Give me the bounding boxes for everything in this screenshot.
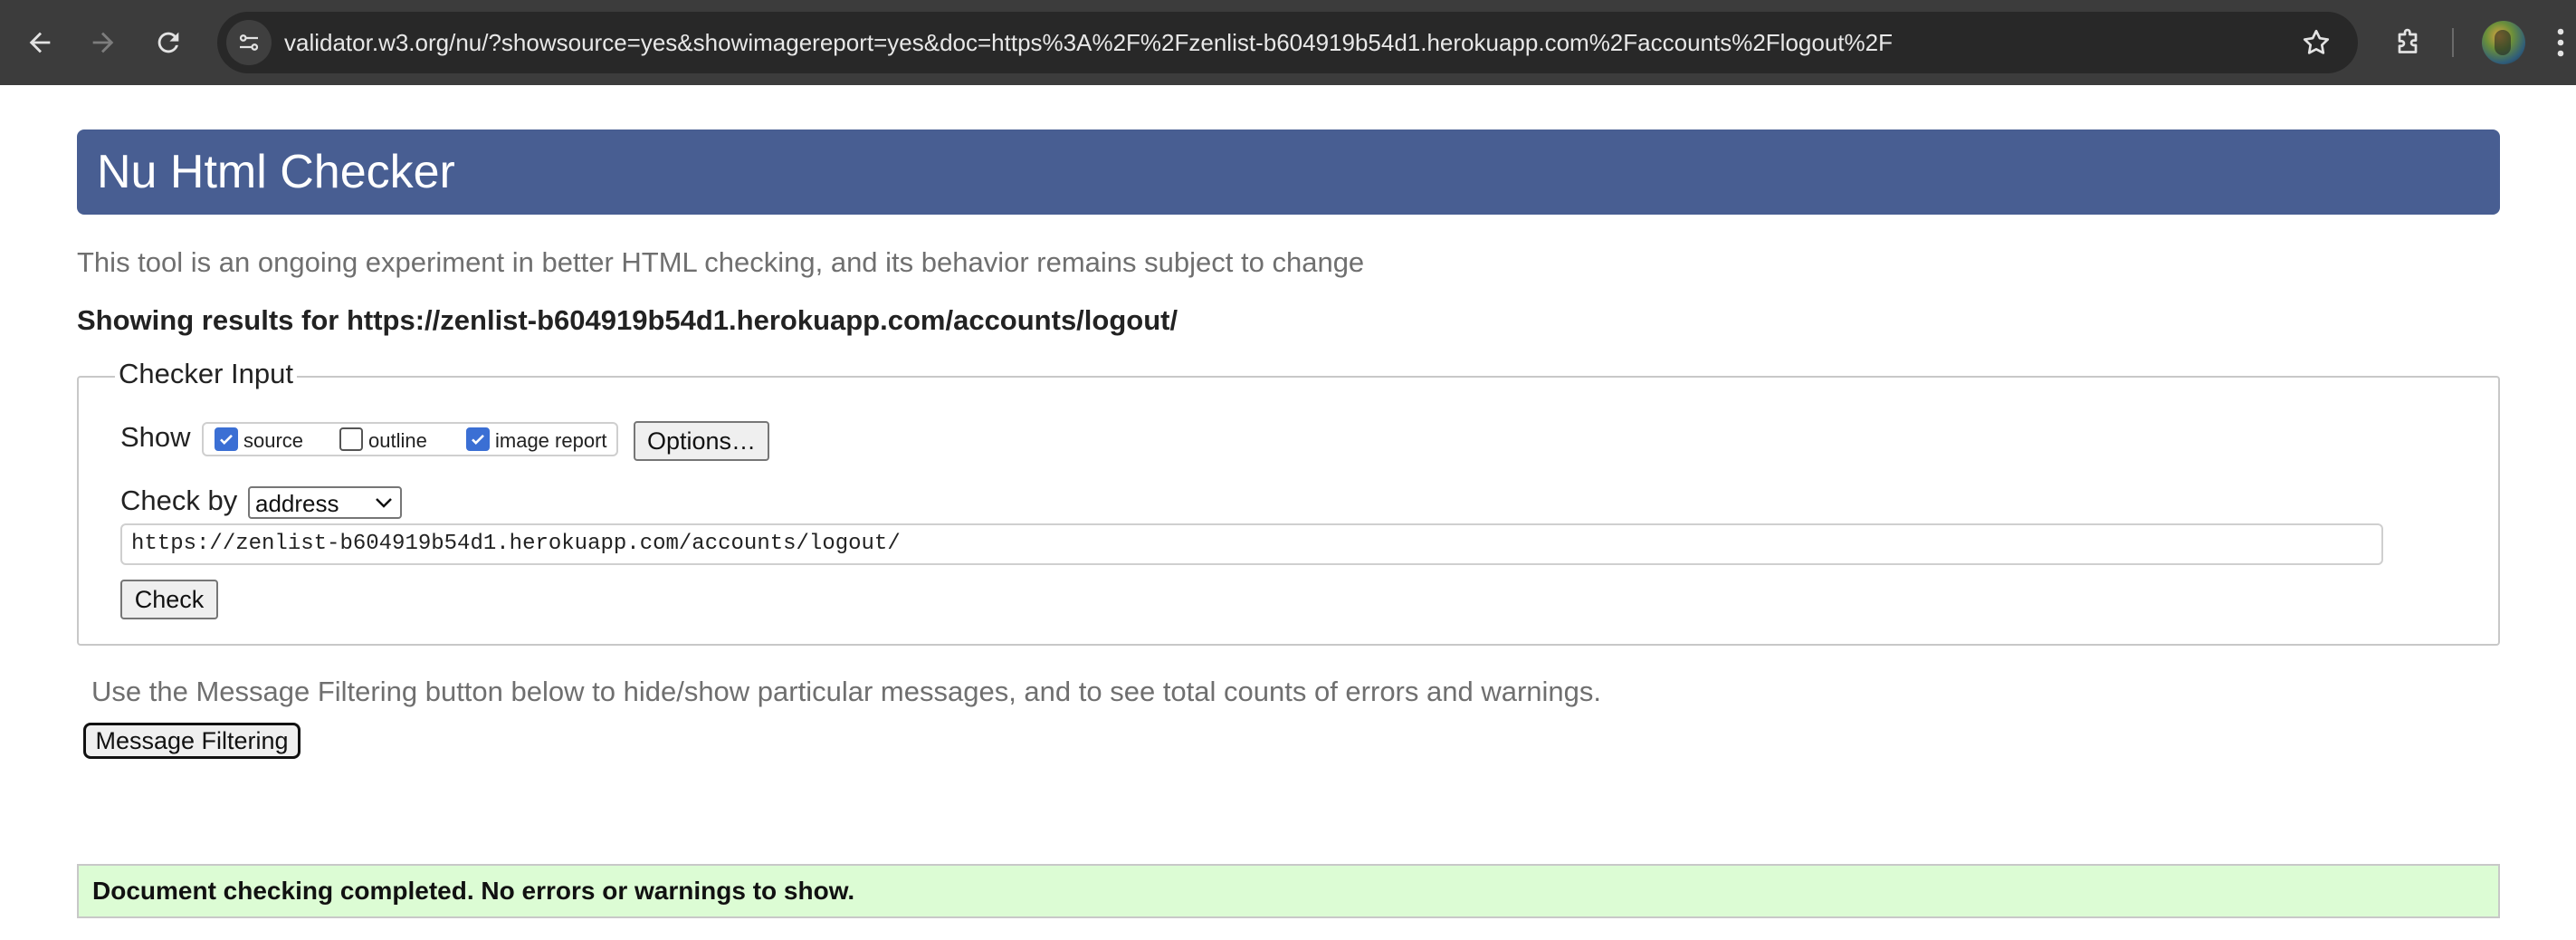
check-by-select[interactable]: address [248, 486, 402, 519]
outline-checkbox-label[interactable]: outline [368, 429, 427, 453]
browser-toolbar: validator.w3.org/nu/?showsource=yes&show… [0, 0, 2576, 85]
extensions-icon [2398, 28, 2418, 53]
toolbar-divider [2452, 28, 2454, 57]
show-options-group: source outline image report [202, 422, 618, 456]
show-label: Show [120, 421, 191, 453]
chevron-down-icon [376, 498, 392, 508]
results-for-heading: Showing results for https://zenlist-b604… [77, 304, 1178, 336]
back-icon [29, 32, 51, 53]
menu-button[interactable] [2545, 15, 2576, 70]
image-report-checkbox[interactable] [466, 427, 490, 451]
profile-avatar[interactable] [2482, 21, 2525, 64]
checker-input-fieldset: Checker Input Show source outline image … [77, 358, 2500, 646]
page-header: Nu Html Checker [77, 129, 2500, 215]
options-button[interactable]: Options… [634, 421, 769, 461]
page-title: Nu Html Checker [97, 146, 455, 198]
extensions-button[interactable] [2380, 15, 2435, 70]
site-info-button[interactable] [226, 20, 272, 65]
result-message: Document checking completed. No errors o… [92, 877, 855, 905]
menu-icon [2557, 28, 2564, 57]
source-checkbox-label[interactable]: source [243, 429, 303, 453]
checker-input-legend: Checker Input [115, 358, 297, 390]
intro-text: This tool is an ongoing experiment in be… [77, 246, 1365, 278]
result-status-bar: Document checking completed. No errors o… [77, 864, 2500, 918]
check-by-label: Check by [120, 484, 238, 516]
forward-button[interactable] [76, 15, 130, 70]
check-by-selected-value: address [255, 490, 339, 517]
reload-icon [157, 32, 179, 53]
address-bar[interactable]: validator.w3.org/nu/?showsource=yes&show… [217, 12, 2358, 73]
star-icon [2303, 29, 2330, 54]
message-filtering-button[interactable]: Message Filtering [83, 723, 301, 759]
checkmark-icon [220, 434, 233, 445]
address-input[interactable]: https://zenlist-b604919b54d1.herokuapp.c… [120, 523, 2383, 565]
bookmark-button[interactable] [2296, 23, 2336, 62]
check-button[interactable]: Check [120, 580, 218, 619]
checkmark-icon [472, 434, 484, 445]
outline-checkbox[interactable] [339, 427, 363, 451]
url-text[interactable]: validator.w3.org/nu/?showsource=yes&show… [284, 12, 1893, 73]
message-filtering-hint: Use the Message Filtering button below t… [91, 676, 1602, 707]
reload-button[interactable] [141, 15, 196, 70]
source-checkbox[interactable] [215, 427, 238, 451]
site-info-icon [239, 34, 259, 51]
forward-icon [92, 32, 114, 53]
image-report-checkbox-label[interactable]: image report [495, 429, 607, 453]
back-button[interactable] [13, 15, 67, 70]
